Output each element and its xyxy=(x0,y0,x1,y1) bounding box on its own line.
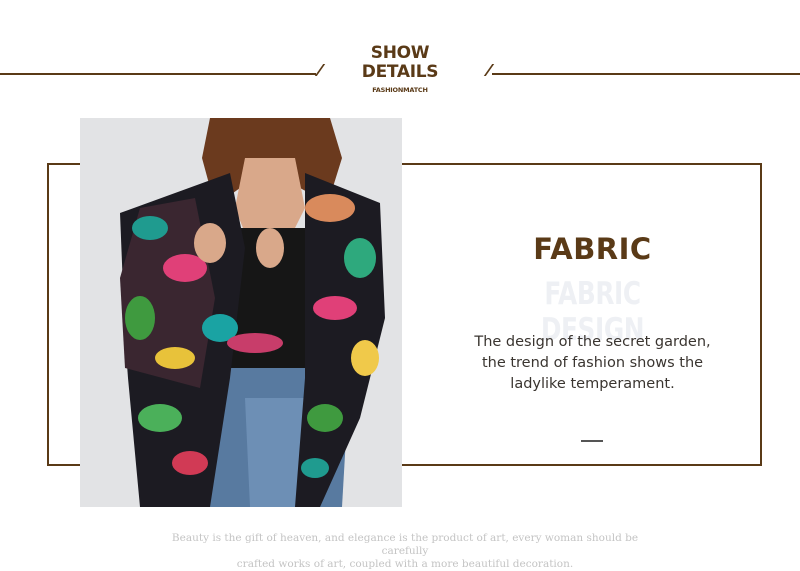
footer-line: Beauty is the gift of heaven, and elegan… xyxy=(171,532,639,557)
feature-title: FABRIC xyxy=(533,232,652,266)
model-illustration xyxy=(80,118,402,507)
section-subtitle: FASHIONMATCH xyxy=(372,86,428,94)
description-line: the trend of fashion shows the xyxy=(481,355,704,371)
description-line: ladylike temperament. xyxy=(510,376,675,392)
accent-dash xyxy=(581,440,603,442)
footer-line: crafted works of art, coupled with a mor… xyxy=(236,558,574,570)
header-rule-right xyxy=(492,73,800,75)
section-title-line2: DETAILS xyxy=(361,62,439,82)
section-title-line1: SHOW xyxy=(370,43,430,63)
product-photo xyxy=(80,118,402,507)
footer-quote: Beauty is the gift of heaven, and elegan… xyxy=(160,532,650,571)
header-rule-left xyxy=(0,73,316,75)
description-line: The design of the secret garden, xyxy=(474,334,711,350)
section-title: SHOW DETAILS xyxy=(320,44,480,82)
feature-description: The design of the secret garden, the tre… xyxy=(455,332,730,395)
